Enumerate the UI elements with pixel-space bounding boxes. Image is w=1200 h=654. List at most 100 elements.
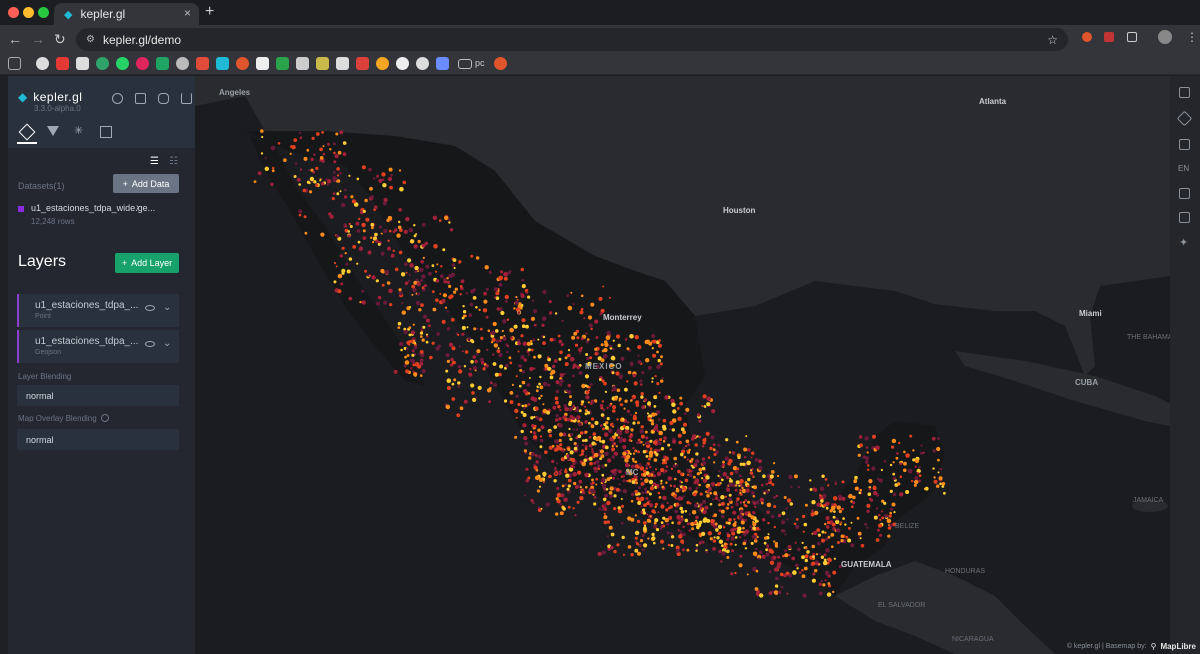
- station-point[interactable]: [640, 425, 644, 429]
- station-point[interactable]: [634, 460, 638, 464]
- station-point[interactable]: [426, 318, 430, 323]
- station-point[interactable]: [867, 492, 872, 497]
- station-point[interactable]: [788, 474, 793, 480]
- station-point[interactable]: [777, 555, 781, 559]
- station-point[interactable]: [665, 465, 669, 468]
- station-point[interactable]: [718, 539, 724, 544]
- station-point[interactable]: [518, 364, 523, 368]
- station-point[interactable]: [660, 447, 665, 451]
- station-point[interactable]: [506, 350, 509, 354]
- station-point[interactable]: [369, 186, 373, 191]
- station-point[interactable]: [626, 409, 630, 413]
- station-point[interactable]: [342, 141, 347, 145]
- station-point[interactable]: [598, 507, 601, 511]
- browser-tab[interactable]: ◆ kepler.gl ×: [54, 3, 199, 25]
- station-point[interactable]: [811, 561, 816, 566]
- station-point[interactable]: [416, 281, 421, 287]
- station-point[interactable]: [548, 311, 553, 315]
- station-point[interactable]: [823, 558, 827, 562]
- station-point[interactable]: [818, 496, 822, 500]
- station-point[interactable]: [773, 525, 776, 529]
- station-point[interactable]: [656, 471, 662, 476]
- station-point[interactable]: [660, 521, 664, 524]
- station-point[interactable]: [564, 483, 568, 487]
- station-point[interactable]: [679, 396, 683, 400]
- station-point[interactable]: [712, 443, 716, 447]
- apps-grid-icon[interactable]: [8, 57, 21, 70]
- station-point[interactable]: [404, 262, 408, 267]
- station-point[interactable]: [626, 380, 629, 383]
- station-point[interactable]: [542, 341, 546, 345]
- station-point[interactable]: [801, 514, 806, 519]
- station-point[interactable]: [833, 510, 836, 513]
- station-point[interactable]: [555, 512, 559, 516]
- station-point[interactable]: [498, 352, 503, 358]
- station-point[interactable]: [567, 353, 571, 358]
- station-point[interactable]: [638, 544, 642, 548]
- station-point[interactable]: [339, 190, 342, 193]
- station-point[interactable]: [540, 425, 545, 430]
- station-point[interactable]: [658, 343, 662, 348]
- station-point[interactable]: [356, 177, 360, 181]
- station-point[interactable]: [794, 541, 797, 544]
- station-point[interactable]: [632, 460, 635, 463]
- station-point[interactable]: [903, 461, 907, 466]
- station-point[interactable]: [563, 372, 566, 376]
- station-point[interactable]: [476, 353, 479, 356]
- bookmark-icon[interactable]: [336, 57, 349, 70]
- station-point[interactable]: [773, 495, 777, 499]
- station-point[interactable]: [571, 335, 576, 340]
- station-point[interactable]: [817, 533, 822, 537]
- station-point[interactable]: [448, 218, 451, 221]
- station-point[interactable]: [810, 512, 815, 517]
- station-point[interactable]: [574, 485, 579, 489]
- station-point[interactable]: [350, 195, 354, 199]
- station-point[interactable]: [662, 418, 667, 423]
- station-point[interactable]: [698, 419, 702, 423]
- station-point[interactable]: [515, 375, 518, 378]
- station-point[interactable]: [548, 434, 552, 438]
- station-point[interactable]: [637, 501, 642, 505]
- station-point[interactable]: [660, 482, 663, 485]
- station-point[interactable]: [767, 479, 771, 483]
- layer-item[interactable]: u1_estaciones_tdpa_... Geojson ⌄: [17, 330, 179, 363]
- station-point[interactable]: [352, 245, 357, 249]
- station-point[interactable]: [823, 503, 827, 507]
- station-point[interactable]: [734, 488, 738, 492]
- station-point[interactable]: [412, 323, 415, 326]
- station-point[interactable]: [666, 501, 669, 505]
- station-point[interactable]: [669, 428, 672, 431]
- station-point[interactable]: [703, 517, 708, 522]
- station-point[interactable]: [532, 438, 535, 441]
- station-point[interactable]: [765, 552, 770, 557]
- station-point[interactable]: [576, 336, 580, 340]
- station-point[interactable]: [298, 209, 303, 214]
- station-point[interactable]: [814, 569, 818, 573]
- station-point[interactable]: [544, 363, 549, 368]
- station-point[interactable]: [914, 465, 917, 468]
- station-point[interactable]: [671, 521, 674, 525]
- station-point[interactable]: [842, 517, 845, 520]
- station-point[interactable]: [713, 491, 718, 496]
- station-point[interactable]: [732, 527, 737, 531]
- station-point[interactable]: [881, 510, 884, 513]
- station-point[interactable]: [669, 420, 674, 426]
- station-point[interactable]: [409, 358, 413, 362]
- station-point[interactable]: [594, 442, 597, 446]
- station-point[interactable]: [688, 529, 691, 532]
- station-point[interactable]: [475, 397, 478, 399]
- station-point[interactable]: [439, 292, 442, 295]
- station-point[interactable]: [695, 452, 699, 456]
- station-point[interactable]: [453, 290, 457, 294]
- station-point[interactable]: [474, 359, 478, 364]
- station-point[interactable]: [605, 335, 611, 341]
- station-point[interactable]: [470, 339, 474, 343]
- bookmark-icon[interactable]: [136, 57, 149, 70]
- station-point[interactable]: [398, 341, 404, 347]
- layer-item[interactable]: u1_estaciones_tdpa_... Point ⌄: [17, 294, 179, 327]
- station-point[interactable]: [494, 372, 499, 377]
- station-point[interactable]: [627, 516, 632, 521]
- station-point[interactable]: [530, 340, 533, 343]
- station-point[interactable]: [387, 246, 391, 251]
- station-point[interactable]: [439, 274, 444, 279]
